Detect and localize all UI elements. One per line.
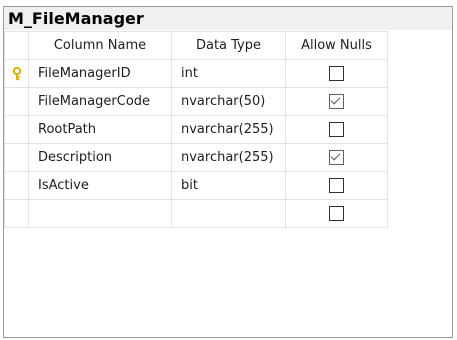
allow-nulls-cell xyxy=(285,87,388,116)
data-type-cell[interactable]: nvarchar(255) xyxy=(171,143,286,172)
allow-nulls-cell xyxy=(285,143,388,172)
row-selector-header xyxy=(4,31,29,60)
allow-nulls-checkbox[interactable] xyxy=(329,66,344,81)
table-designer-panel: M_FileManager Column Name Data Type Allo… xyxy=(3,6,453,338)
allow-nulls-checkbox[interactable] xyxy=(329,206,344,221)
column-grid: Column Name Data Type Allow Nulls FileMa… xyxy=(4,31,388,228)
allow-nulls-header: Allow Nulls xyxy=(285,31,388,60)
data-type-cell[interactable]: nvarchar(255) xyxy=(171,115,286,144)
data-type-cell[interactable]: bit xyxy=(171,171,286,200)
primary-key-icon xyxy=(12,66,21,80)
column-name-cell[interactable]: IsActive xyxy=(28,171,172,200)
allow-nulls-checkbox[interactable] xyxy=(329,178,344,193)
row-selector[interactable] xyxy=(4,87,29,116)
header-row: Column Name Data Type Allow Nulls xyxy=(4,31,388,60)
table-title: M_FileManager xyxy=(8,9,144,28)
row-selector[interactable] xyxy=(4,199,29,228)
allow-nulls-cell xyxy=(285,171,388,200)
row-selector[interactable] xyxy=(4,171,29,200)
table-row[interactable]: IsActive bit xyxy=(4,171,388,200)
column-name-cell[interactable]: Description xyxy=(28,143,172,172)
column-name-cell[interactable]: RootPath xyxy=(28,115,172,144)
table-row-new[interactable] xyxy=(4,199,388,228)
column-name-cell[interactable]: FileManagerCode xyxy=(28,87,172,116)
allow-nulls-cell xyxy=(285,115,388,144)
table-row[interactable]: RootPath nvarchar(255) xyxy=(4,115,388,144)
table-row[interactable]: Description nvarchar(255) xyxy=(4,143,388,172)
allow-nulls-checkbox[interactable] xyxy=(329,122,344,137)
column-name-cell[interactable] xyxy=(28,199,172,228)
row-selector[interactable] xyxy=(4,143,29,172)
data-type-cell[interactable] xyxy=(171,199,286,228)
row-selector[interactable] xyxy=(4,115,29,144)
allow-nulls-cell xyxy=(285,59,388,88)
column-name-cell[interactable]: FileManagerID xyxy=(28,59,172,88)
data-type-cell[interactable]: nvarchar(50) xyxy=(171,87,286,116)
data-type-cell[interactable]: int xyxy=(171,59,286,88)
column-name-header: Column Name xyxy=(28,31,172,60)
table-row[interactable]: FileManagerCode nvarchar(50) xyxy=(4,87,388,116)
allow-nulls-checkbox[interactable] xyxy=(329,94,344,109)
table-row[interactable]: FileManagerID int xyxy=(4,59,388,88)
allow-nulls-checkbox[interactable] xyxy=(329,150,344,165)
table-title-bar[interactable]: M_FileManager xyxy=(4,7,452,30)
data-type-header: Data Type xyxy=(171,31,286,60)
row-selector[interactable] xyxy=(4,59,29,88)
allow-nulls-cell xyxy=(285,199,388,228)
